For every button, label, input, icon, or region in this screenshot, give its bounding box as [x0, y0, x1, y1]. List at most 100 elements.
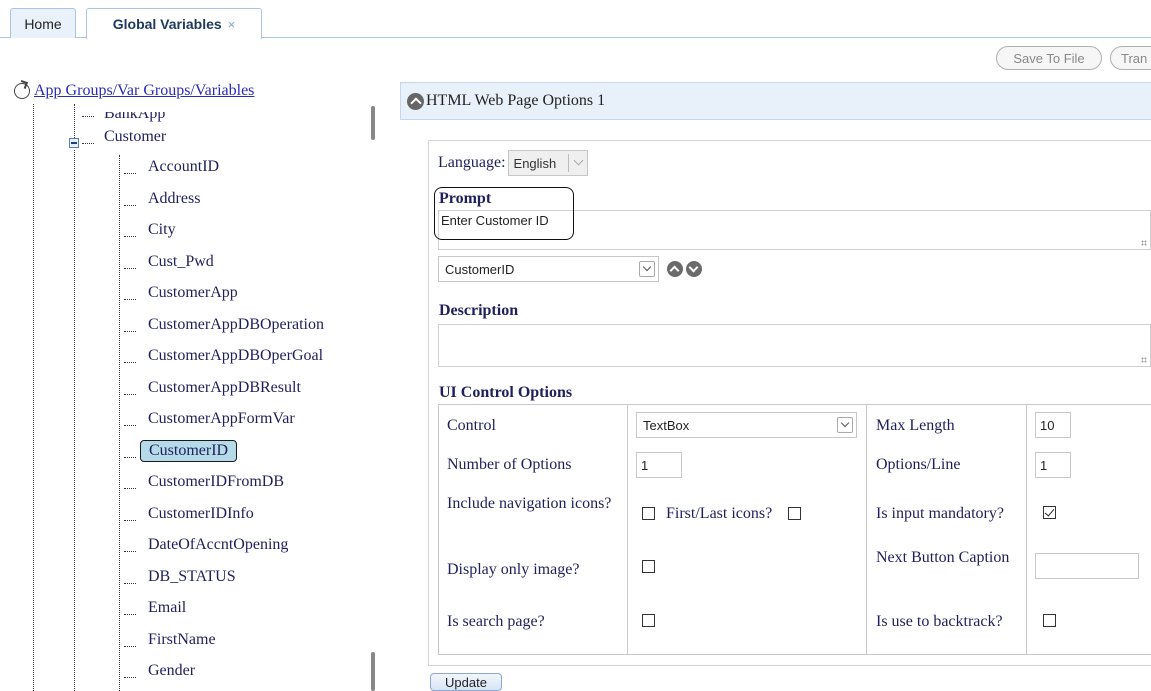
grid-divider [866, 405, 867, 654]
tree-connector [124, 394, 136, 395]
max-length-value: 10 [1040, 417, 1055, 433]
tree-item-bankapp[interactable]: BankApp [104, 112, 165, 122]
tree-item-address[interactable]: Address [148, 190, 200, 208]
number-of-options-input[interactable]: 1 [636, 452, 682, 478]
tab-strip: Home Global Variables × [0, 0, 1151, 39]
next-button-caption-input[interactable] [1035, 553, 1139, 579]
update-button[interactable]: Update [430, 673, 502, 691]
tree-guide-line [33, 104, 34, 691]
input-mandatory-checkbox[interactable] [1043, 506, 1056, 519]
tran-button[interactable]: Tran [1110, 46, 1151, 70]
tab-global-variables-label: Global Variables [112, 16, 222, 32]
tree-connector [124, 425, 136, 426]
control-select-value: TextBox [643, 417, 690, 433]
number-of-options-label: Number of Options [447, 456, 572, 473]
tab-home[interactable]: Home [10, 8, 76, 38]
resize-handle-icon[interactable] [1141, 240, 1147, 246]
tree-group-customer[interactable]: Customer [104, 128, 166, 146]
use-to-backtrack-checkbox[interactable] [1043, 614, 1056, 627]
tab-home-label: Home [24, 15, 62, 32]
tree-connector [124, 677, 136, 678]
variable-select-value: CustomerID [445, 261, 515, 277]
move-up-icon[interactable] [667, 261, 683, 277]
control-select[interactable]: TextBox [636, 412, 857, 438]
max-length-input[interactable]: 10 [1035, 412, 1071, 438]
tree-item-customerappformvar[interactable]: CustomerAppFormVar [148, 410, 295, 428]
close-icon[interactable]: × [228, 17, 236, 32]
tree-guide-line [74, 104, 75, 138]
tree-item-customerappdboperation[interactable]: CustomerAppDBOperation [148, 316, 324, 334]
display-only-image-checkbox[interactable] [642, 560, 655, 573]
tree-item-city[interactable]: City [148, 221, 176, 239]
chevron-down-icon[interactable] [639, 261, 655, 277]
tree-item-gender[interactable]: Gender [148, 662, 195, 680]
tree-connector [124, 646, 136, 647]
grid-divider [627, 405, 628, 654]
tree-item-customeridfromdb[interactable]: CustomerIDFromDB [148, 473, 284, 491]
tree-root-link[interactable]: App Groups/Var Groups/Variables [34, 82, 254, 100]
language-value: English [513, 155, 557, 171]
tree-scrollbar-thumb[interactable] [371, 106, 375, 140]
display-only-image-label: Display only image? [447, 561, 580, 578]
tree-guide-line [119, 155, 120, 691]
save-to-file-label: Save To File [1013, 50, 1085, 66]
options-per-line-input[interactable]: 1 [1035, 452, 1071, 478]
tree-connector [82, 143, 94, 144]
grid-divider [1026, 405, 1027, 654]
input-mandatory-label: Is input mandatory? [876, 505, 1004, 522]
options-per-line-value: 1 [1040, 457, 1048, 473]
tree-connector [124, 173, 136, 174]
tree-connector [124, 520, 136, 521]
include-navigation-label: Include navigation icons? [447, 495, 612, 512]
tree-item-email[interactable]: Email [148, 599, 186, 617]
tran-label: Tran [1121, 50, 1148, 66]
tree-guide-line [74, 150, 75, 691]
tree-connector [124, 299, 136, 300]
tree-item-customerid[interactable]: CustomerID [140, 440, 238, 462]
variable-select[interactable]: CustomerID [438, 256, 659, 282]
tree-connector [124, 457, 136, 458]
move-down-icon[interactable] [686, 261, 702, 277]
tree-root[interactable]: App Groups/Var Groups/Variables [14, 82, 254, 100]
collapse-panel-icon[interactable] [407, 92, 424, 110]
tree-item-customeridinfo[interactable]: CustomerIDInfo [148, 505, 254, 523]
chevron-down-icon[interactable] [837, 417, 853, 433]
prompt-highlight [434, 187, 574, 240]
tree-item-customerapp[interactable]: CustomerApp [148, 284, 238, 302]
tree-item-customerappdbresult[interactable]: CustomerAppDBResult [148, 379, 301, 397]
collapse-icon[interactable] [69, 138, 79, 148]
description-textarea[interactable] [438, 324, 1151, 367]
tree-connector [124, 362, 136, 363]
tree-connector [124, 551, 136, 552]
max-length-label: Max Length [876, 417, 955, 434]
include-navigation-checkbox[interactable] [642, 507, 655, 520]
tree-connector [124, 268, 136, 269]
first-last-icons-checkbox[interactable] [788, 507, 801, 520]
panel-title: HTML Web Page Options 1 [426, 92, 606, 109]
resize-handle-icon[interactable] [1141, 357, 1147, 363]
ui-control-options-label: UI Control Options [439, 384, 573, 401]
tree-item-accountid[interactable]: AccountID [148, 158, 219, 176]
tree-connector [124, 205, 136, 206]
tree-item-db-status[interactable]: DB_STATUS [148, 568, 236, 586]
tree-item-cust-pwd[interactable]: Cust_Pwd [148, 253, 214, 271]
next-button-caption-label: Next Button Caption [876, 549, 1010, 566]
save-to-file-button[interactable]: Save To File [996, 46, 1102, 70]
tree-connector [124, 583, 136, 584]
tree-item-firstname[interactable]: FirstName [148, 631, 216, 649]
language-select[interactable]: English [507, 150, 588, 176]
tree-scrollbar-thumb-lower[interactable] [371, 652, 375, 691]
refresh-icon[interactable] [14, 83, 30, 99]
tree-item-customerappdbopergoal[interactable]: CustomerAppDBOperGoal [148, 347, 323, 365]
tree-connector [124, 488, 136, 489]
options-per-line-label: Options/Line [876, 456, 961, 473]
tree-item-dateofaccntopening[interactable]: DateOfAccntOpening [148, 536, 288, 554]
is-search-page-label: Is search page? [447, 613, 545, 630]
language-label: Language: [438, 154, 506, 171]
tree-connector [124, 331, 136, 332]
is-search-page-checkbox[interactable] [642, 614, 655, 627]
tab-global-variables[interactable]: Global Variables × [86, 8, 262, 39]
first-last-icons-label: First/Last icons? [666, 505, 773, 522]
language-row: Language: English [438, 150, 588, 176]
panel-header[interactable]: HTML Web Page Options 1 [400, 82, 1151, 120]
